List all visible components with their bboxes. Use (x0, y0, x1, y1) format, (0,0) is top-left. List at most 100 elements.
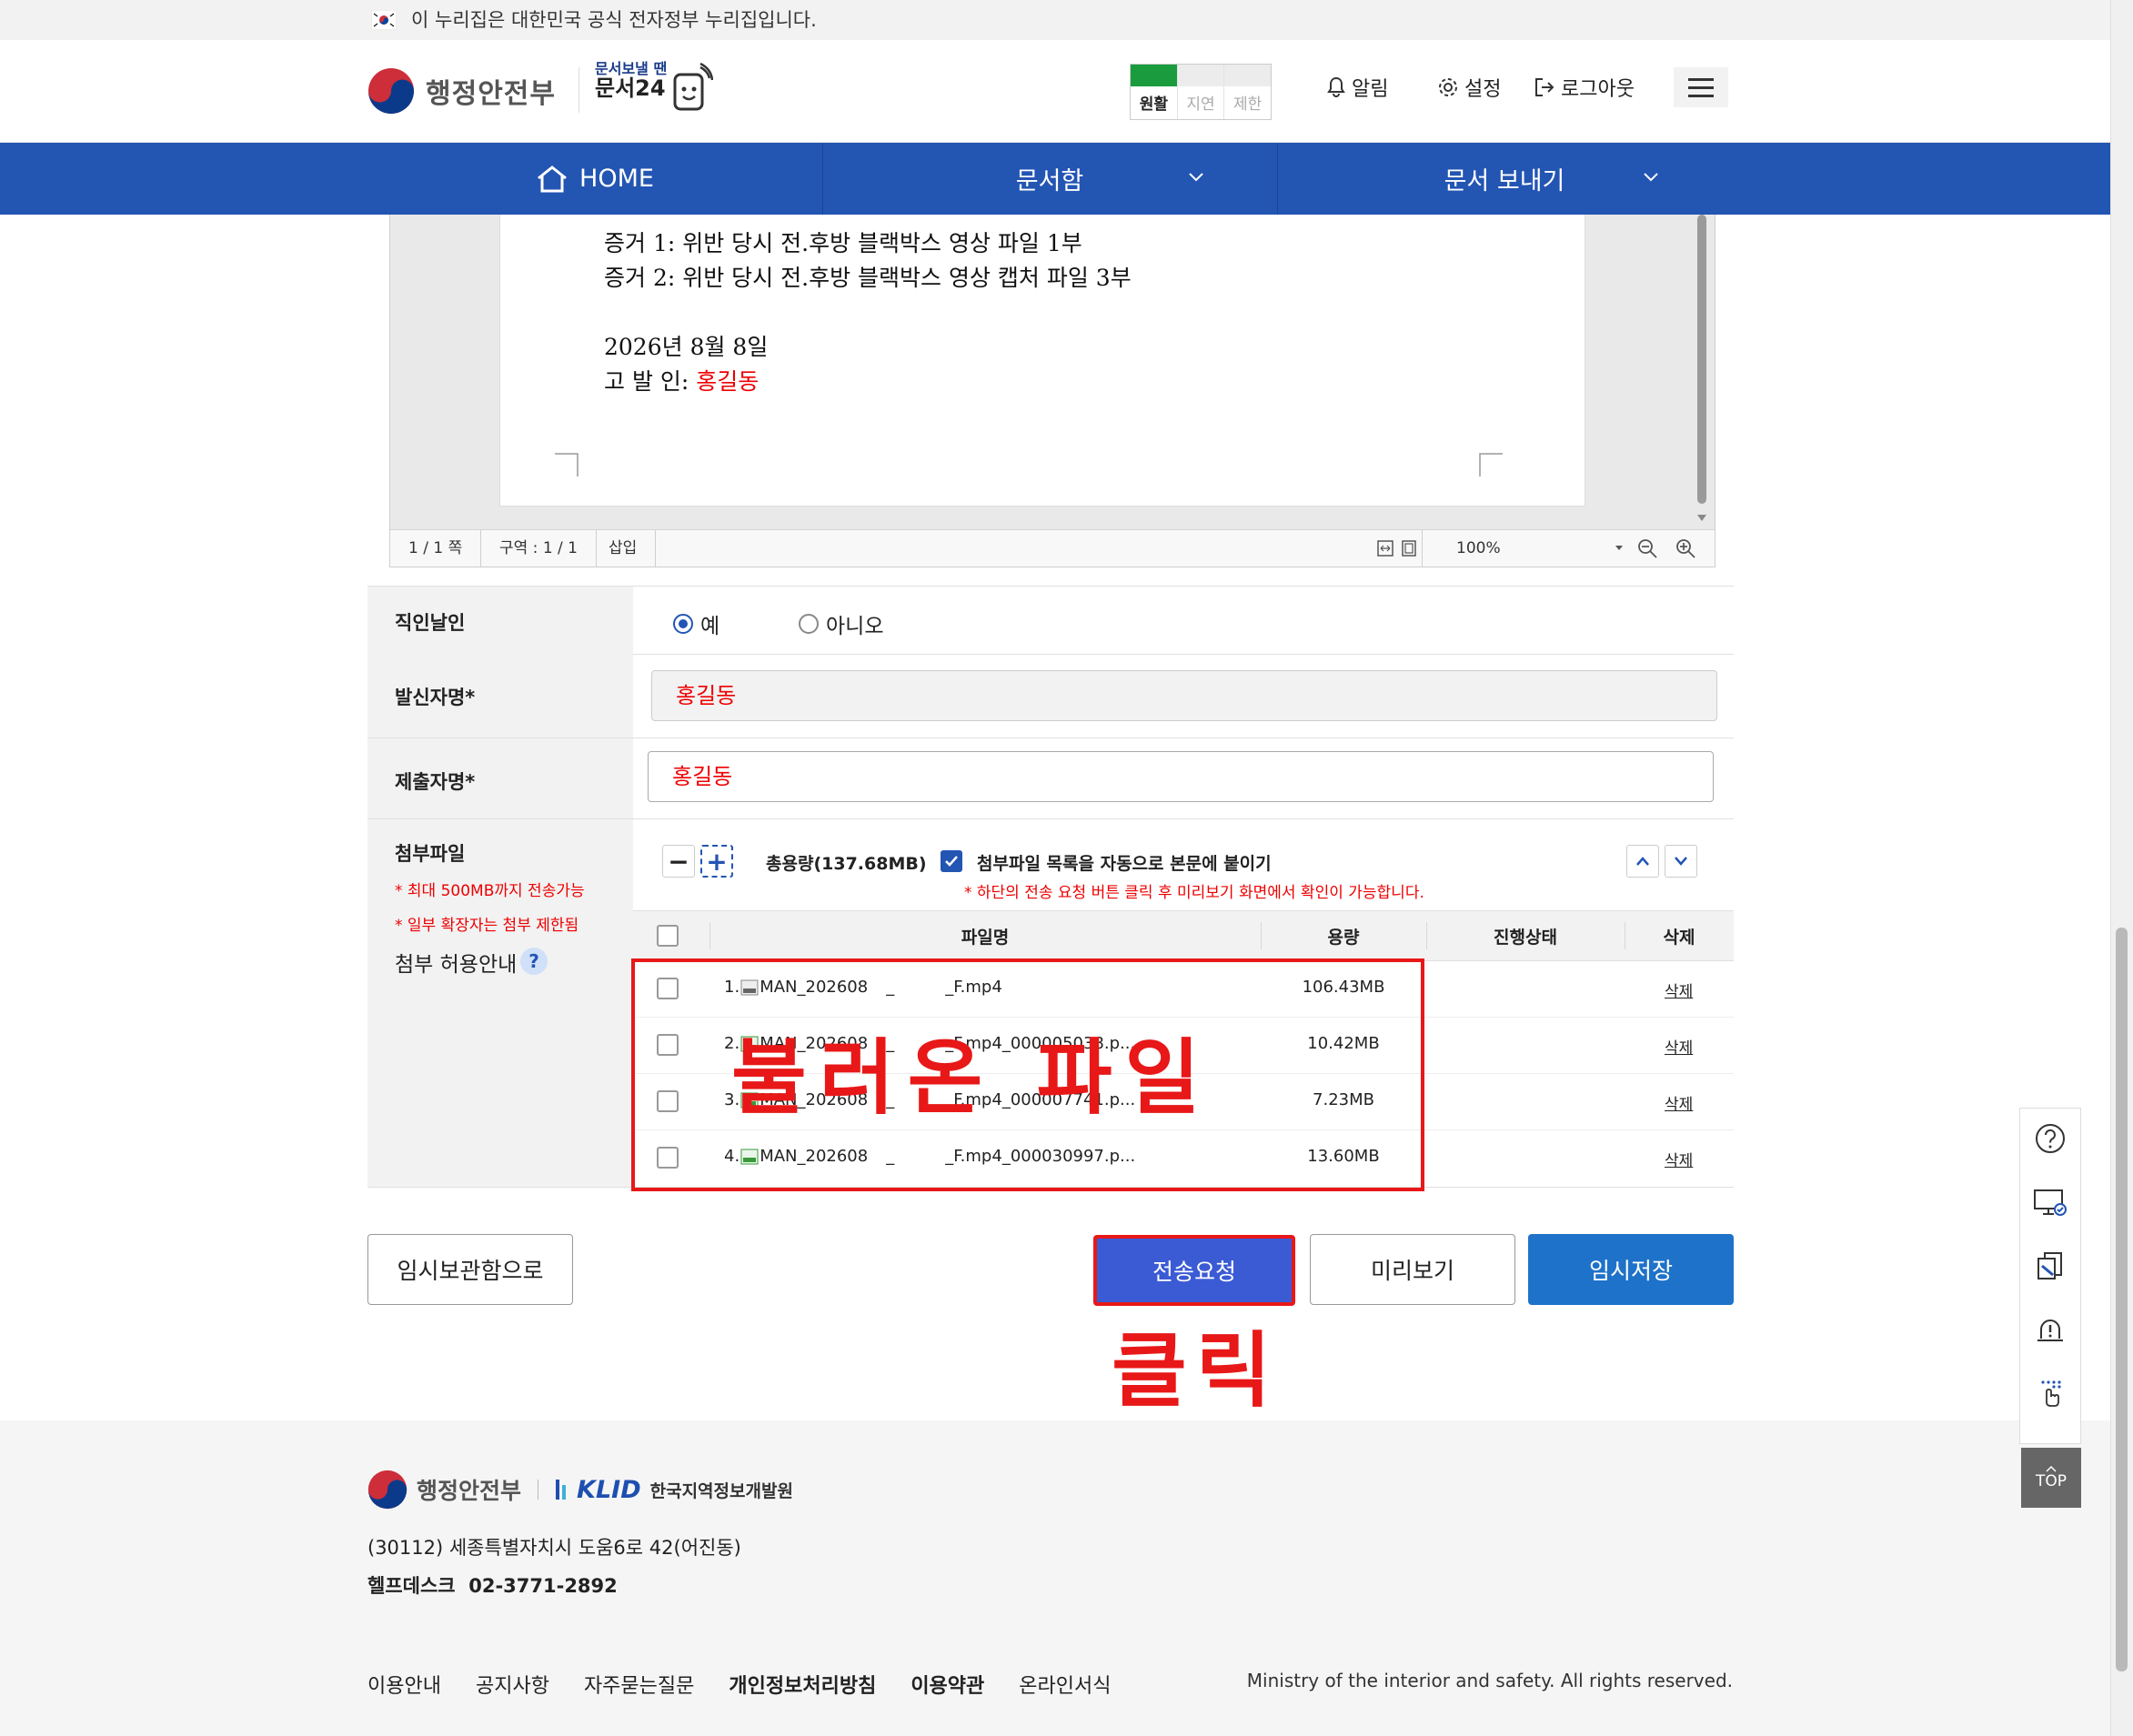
page-scrollbar-thumb[interactable] (2116, 928, 2128, 1671)
auto-attach-checkbox[interactable] (941, 850, 962, 872)
menu-button[interactable] (1674, 67, 1728, 107)
service-logo[interactable]: 문서보낼 땐 문서24 (595, 61, 713, 111)
alert-link[interactable]: 알림 (1326, 73, 1388, 102)
top-button[interactable]: TOP (2021, 1448, 2081, 1508)
scroll-down-arrow-icon[interactable] (1696, 513, 1707, 522)
nav-send[interactable]: 문서 보내기 (1277, 143, 1732, 215)
crop-mark (555, 453, 579, 477)
klid-mark-icon (556, 1480, 567, 1500)
seal-row: 직인날인 예 아니오 (367, 586, 1734, 655)
gear-icon (1439, 78, 1457, 96)
footer-link-forms[interactable]: 온라인서식 (1019, 1670, 1111, 1699)
delete-file-link[interactable]: 삭제 (1665, 1035, 1693, 1058)
submitter-row: 제출자명* 홍길동 (367, 738, 1734, 819)
delete-file-link[interactable]: 삭제 (1665, 978, 1693, 1001)
check-icon (945, 856, 958, 867)
footer-helpdesk: 헬프데스크 02-3771-2892 (367, 1575, 618, 1597)
footer-link-faq[interactable]: 자주묻는질문 (584, 1670, 694, 1699)
quick-docs[interactable] (2020, 1236, 2080, 1296)
attach-ext-note: * 일부 확장자는 첨부 제한됨 (395, 917, 579, 935)
viewer-statusbar: 1 / 1 쪽 구역 : 1 / 1 삽입 100% (390, 529, 1715, 567)
caret-down-icon[interactable] (1615, 545, 1624, 552)
server-status-indicator: 원활 지연 제한 (1130, 64, 1272, 120)
viewer-scrollbar[interactable] (1696, 215, 1707, 506)
site-header: 행정안전부 문서보낼 땐 문서24 원활 지연 제한 알림 설정 로그아웃 (0, 40, 2110, 143)
status-smooth: 원활 (1131, 65, 1178, 119)
logout-icon (1535, 78, 1554, 96)
home-icon (538, 165, 567, 192)
sender-name-field[interactable]: 홍길동 (651, 670, 1717, 721)
zoom-in-icon[interactable] (1675, 537, 1696, 559)
gov-banner-text: 이 누리집은 대한민국 공식 전자정부 누리집입니다. (411, 9, 817, 31)
page-scrollbar[interactable] (2110, 0, 2133, 1736)
gov-banner: 이 누리집은 대한민국 공식 전자정부 누리집입니다. (0, 0, 2110, 40)
ministry-logo[interactable]: 행정안전부 (367, 67, 556, 115)
sender-label: 발신자명* (395, 687, 476, 708)
file-table-header: 파일명 용량 진행상태 삭제 (633, 910, 1734, 961)
footer-link-privacy[interactable]: 개인정보처리방침 (729, 1670, 876, 1699)
move-down-button[interactable] (1665, 845, 1697, 878)
auto-attach-label: 첨부파일 목록을 자동으로 본문에 붙이기 (977, 854, 1272, 874)
monitor-check-icon (2034, 1189, 2067, 1216)
footer-links: 이용안내 공지사항 자주묻는질문 개인정보처리방침 이용약관 온라인서식 (367, 1670, 1111, 1699)
auto-attach-note: * 하단의 전송 요청 버튼 클릭 후 미리보기 화면에서 확인이 가능합니다. (964, 884, 1424, 902)
bell-icon (1327, 76, 1345, 97)
col-delete: 삭제 (1663, 928, 1695, 948)
footer-link-terms[interactable]: 이용약관 (911, 1670, 984, 1699)
korean-flag-icon (371, 10, 397, 30)
footer-link-guide[interactable]: 이용안내 (367, 1670, 441, 1699)
quick-touch[interactable] (2020, 1363, 2080, 1423)
delete-file-link[interactable]: 삭제 (1665, 1148, 1693, 1170)
submitter-name-field[interactable]: 홍길동 (648, 751, 1714, 802)
zoom-out-icon[interactable] (1636, 537, 1658, 559)
settings-link[interactable]: 설정 (1437, 73, 1501, 102)
seal-label: 직인날인 (395, 612, 466, 634)
alarm-icon (2037, 1320, 2063, 1341)
ministry-logo-text: 행정안전부 (426, 78, 556, 110)
annotation-files-text: 불러온 파일 (731, 1030, 1213, 1126)
attach-total-size: 총용량(137.68MB) (766, 854, 927, 874)
nav-home[interactable]: HOME (367, 143, 822, 215)
chevron-up-icon (1636, 857, 1649, 866)
doc-line: 증거 1: 위반 당시 전.후방 블랙박스 영상 파일 1부 (604, 230, 1082, 256)
mascot-icon (673, 62, 713, 111)
doc-signer-name: 홍길동 (696, 368, 760, 395)
annotation-click-text: 클릭 (1112, 1323, 1281, 1419)
temp-box-button[interactable]: 임시보관함으로 (367, 1234, 573, 1305)
question-circle-icon (2036, 1124, 2065, 1153)
footer-address: (30112) 세종특별자치시 도움6로 42(어진동) (367, 1537, 741, 1559)
viewer-section-indicator: 구역 : 1 / 1 (481, 530, 597, 567)
seal-yes-radio[interactable]: 예 (673, 608, 719, 639)
remove-file-button[interactable]: − (662, 845, 695, 878)
zoom-select[interactable]: 100% (1456, 530, 1501, 567)
crop-mark (1479, 453, 1503, 477)
quick-alert[interactable] (2020, 1299, 2080, 1360)
chevron-up-icon (2046, 1465, 2057, 1472)
footer-logos: 행정안전부 KLID 한국지역정보개발원 (367, 1470, 793, 1510)
seal-no-radio[interactable]: 아니오 (799, 608, 883, 639)
main-nav: HOME 문서함 문서 보내기 (0, 143, 2110, 215)
sender-row: 발신자명* 홍길동 (367, 654, 1734, 738)
doc-line: 2026년 8월 8일 (604, 334, 769, 360)
footer-copyright: Ministry of the interior and safety. All… (1246, 1670, 1733, 1691)
temp-save-button[interactable]: 임시저장 (1528, 1234, 1734, 1305)
preview-button[interactable]: 미리보기 (1310, 1234, 1515, 1305)
logout-link[interactable]: 로그아웃 (1534, 73, 1635, 102)
fit-page-icon[interactable] (1400, 539, 1418, 557)
chevron-down-icon (1644, 173, 1658, 182)
nav-inbox[interactable]: 문서함 (822, 143, 1277, 215)
footer-link-notice[interactable]: 공지사항 (476, 1670, 549, 1699)
send-request-button[interactable]: 전송요청 (1093, 1235, 1295, 1306)
col-file-name: 파일명 (961, 928, 1010, 948)
move-up-button[interactable] (1626, 845, 1659, 878)
add-file-button[interactable]: + (700, 845, 733, 878)
status-limit: 제한 (1224, 65, 1272, 119)
footer-ministry-text: 행정안전부 (417, 1478, 522, 1504)
help-icon[interactable]: ? (520, 948, 548, 975)
document-viewer[interactable]: 증거 1: 위반 당시 전.후방 블랙박스 영상 파일 1부 증거 2: 위반 … (389, 215, 1715, 567)
fit-width-icon[interactable] (1376, 539, 1394, 557)
quick-help[interactable] (2020, 1109, 2080, 1169)
delete-file-link[interactable]: 삭제 (1665, 1091, 1693, 1114)
select-all-checkbox[interactable] (657, 925, 679, 947)
quick-remote[interactable] (2020, 1172, 2080, 1232)
